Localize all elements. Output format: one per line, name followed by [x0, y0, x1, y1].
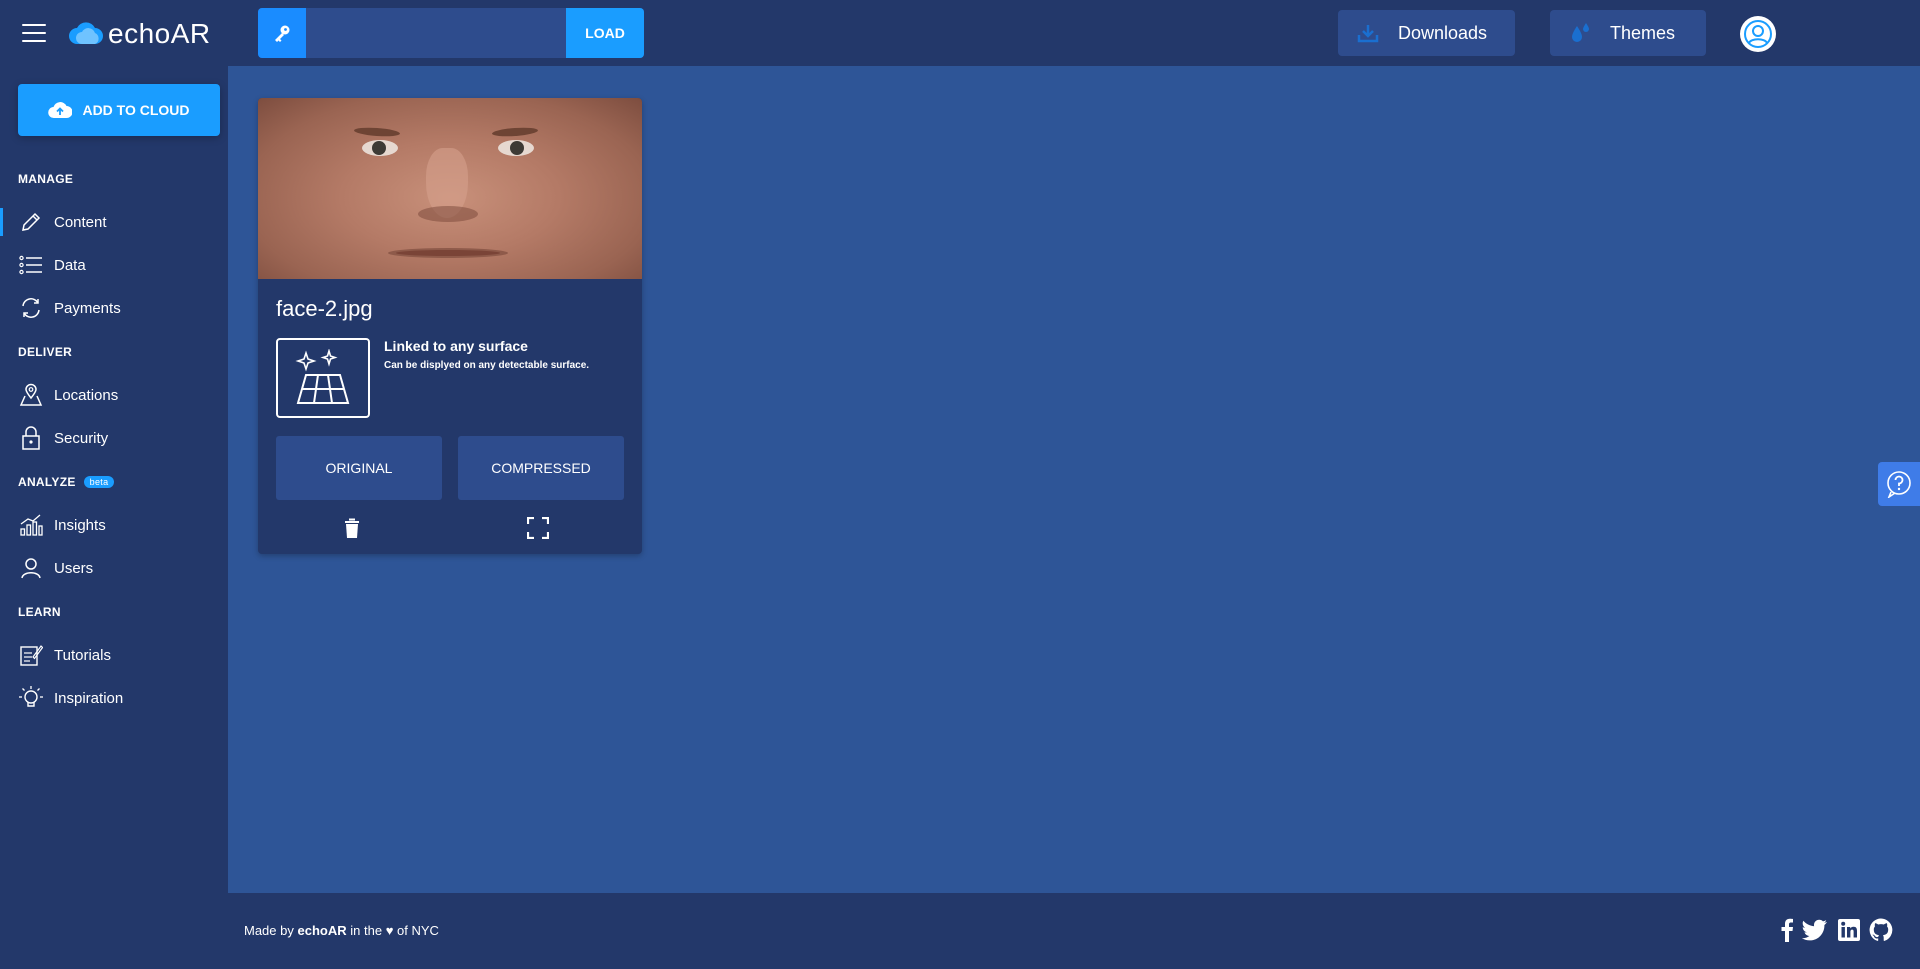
- help-icon[interactable]: [1878, 462, 1920, 506]
- api-key-bar: LOAD: [258, 8, 644, 58]
- github-icon[interactable]: [1868, 917, 1894, 943]
- pencil-icon: [18, 209, 44, 235]
- menu-icon[interactable]: [22, 24, 46, 44]
- content-card: face-2.jpg Linked to any surface Can be …: [258, 98, 642, 554]
- section-analyze-label: ANALYZE: [18, 475, 76, 489]
- themes-button[interactable]: Themes: [1550, 10, 1706, 56]
- sidebar-item-label: Security: [54, 429, 109, 447]
- logo[interactable]: echoAR: [68, 14, 211, 54]
- lock-icon: [18, 425, 44, 451]
- logo-text: echoAR: [108, 18, 211, 49]
- content-filename: face-2.jpg: [276, 296, 373, 321]
- sidebar-item-label: Inspiration: [54, 689, 124, 707]
- sidebar-item-tutorials[interactable]: Tutorials: [0, 635, 228, 675]
- sidebar-item-label: Data: [54, 256, 86, 274]
- sidebar-item-label: Content: [54, 213, 107, 231]
- sidebar-item-label: Tutorials: [54, 646, 111, 664]
- original-button[interactable]: ORIGINAL: [276, 436, 442, 500]
- list-icon: [18, 252, 44, 278]
- section-manage: MANAGE: [18, 172, 74, 186]
- refresh-icon: [18, 295, 44, 321]
- section-analyze: ANALYZE beta: [18, 475, 115, 489]
- sidebar-item-locations[interactable]: Locations: [0, 375, 228, 415]
- paint-drops-icon: [1568, 21, 1592, 45]
- notepad-pencil-icon: [18, 642, 44, 668]
- top-bar: echoAR LOAD Downloads Themes: [0, 0, 1920, 66]
- twitter-icon[interactable]: [1802, 917, 1828, 943]
- surface-icon: [276, 338, 370, 418]
- heart-icon: ♥: [385, 923, 394, 938]
- compressed-button[interactable]: COMPRESSED: [458, 436, 624, 500]
- main-content: face-2.jpg Linked to any surface Can be …: [228, 66, 1920, 893]
- key-icon: [258, 8, 306, 58]
- footer: Made by echoAR in the ♥ of NYC: [228, 893, 1920, 969]
- api-key-input[interactable]: [306, 8, 566, 58]
- load-button[interactable]: LOAD: [566, 8, 644, 58]
- add-to-cloud-label: ADD TO CLOUD: [82, 102, 190, 118]
- map-pin-icon: [18, 382, 44, 408]
- beta-badge: beta: [83, 476, 115, 488]
- cloud-upload-icon: [48, 101, 73, 119]
- sidebar-item-content[interactable]: Content: [0, 202, 228, 242]
- surface-description: Can be displyed on any detectable surfac…: [384, 360, 590, 371]
- user-icon: [18, 555, 44, 581]
- themes-label: Themes: [1610, 22, 1676, 43]
- footer-middle: in the: [350, 923, 383, 938]
- download-icon: [1356, 21, 1380, 45]
- sidebar-item-security[interactable]: Security: [0, 418, 228, 458]
- sidebar: ADD TO CLOUD MANAGE Content Data Payment…: [0, 66, 228, 969]
- sidebar-item-insights[interactable]: Insights: [0, 505, 228, 545]
- linkedin-icon[interactable]: [1836, 917, 1862, 943]
- sidebar-item-users[interactable]: Users: [0, 548, 228, 588]
- trash-icon[interactable]: [340, 516, 364, 540]
- sidebar-item-label: Locations: [54, 386, 119, 404]
- fullscreen-icon[interactable]: [526, 516, 550, 540]
- downloads-button[interactable]: Downloads: [1338, 10, 1515, 56]
- content-thumbnail[interactable]: [258, 98, 642, 279]
- footer-brand-link[interactable]: echoAR: [298, 923, 347, 938]
- cloud-logo-icon: [69, 22, 103, 44]
- sidebar-item-payments[interactable]: Payments: [0, 288, 228, 328]
- sidebar-item-inspiration[interactable]: Inspiration: [0, 678, 228, 718]
- section-deliver: DELIVER: [18, 345, 73, 359]
- footer-suffix: of NYC: [397, 923, 439, 938]
- sidebar-item-label: Insights: [54, 516, 106, 534]
- sidebar-item-label: Users: [54, 559, 94, 577]
- surface-title: Linked to any surface: [384, 338, 528, 354]
- user-avatar-icon[interactable]: [1740, 16, 1776, 52]
- sidebar-item-data[interactable]: Data: [0, 245, 228, 285]
- footer-credit: Made by echoAR in the ♥ of NYC: [244, 923, 439, 938]
- sidebar-item-label: Payments: [54, 299, 121, 317]
- section-learn: LEARN: [18, 605, 61, 619]
- downloads-label: Downloads: [1398, 22, 1488, 43]
- facebook-icon[interactable]: [1774, 917, 1800, 943]
- bar-chart-icon: [18, 512, 44, 538]
- add-to-cloud-button[interactable]: ADD TO CLOUD: [18, 84, 220, 136]
- lightbulb-icon: [18, 685, 44, 711]
- footer-prefix: Made by: [244, 923, 294, 938]
